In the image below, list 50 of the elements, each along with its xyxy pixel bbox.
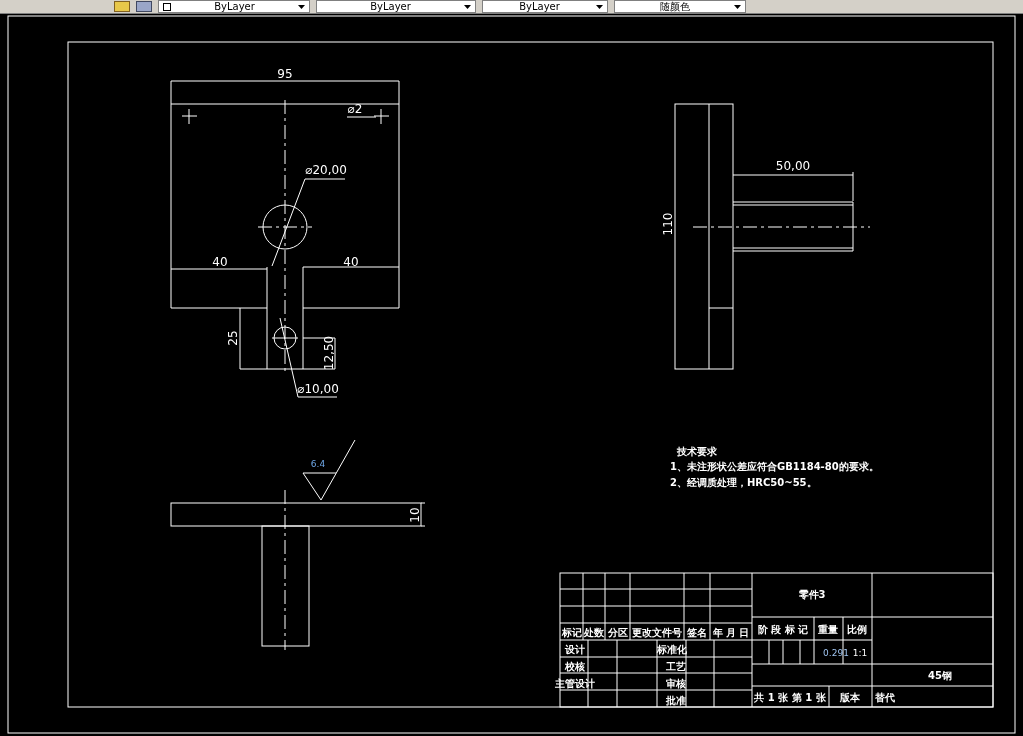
surface-finish-symbol	[302, 439, 356, 501]
color-swatch-icon	[163, 2, 171, 11]
dimension-label: 40	[343, 255, 359, 269]
replaces-label: 替代	[875, 692, 895, 703]
row-label: 设计	[565, 644, 585, 655]
dimension-label: 40	[212, 255, 228, 269]
dimension-label: 12,50	[322, 335, 336, 371]
layers-icon[interactable]	[136, 1, 152, 12]
row-label: 主管设计	[555, 678, 595, 689]
dropdown[interactable]: 随颜色	[614, 0, 746, 13]
weight-label: 重量	[818, 624, 838, 635]
requirement-text: 2、经调质处理，HRC50~55。	[670, 477, 817, 488]
column-header: 签名	[687, 627, 707, 638]
weight-value: 0.291	[823, 648, 849, 658]
part-name: 零件3	[798, 589, 826, 600]
dimension-label: 95	[277, 67, 293, 81]
row-label: 审核	[666, 678, 686, 689]
version-label: 版本	[840, 692, 860, 703]
scale-label: 比例	[847, 624, 867, 635]
layer-icon[interactable]	[114, 1, 130, 12]
caret-icon	[734, 4, 741, 9]
dropdown[interactable]: ByLayer	[482, 0, 608, 13]
row-label: 校核	[565, 661, 585, 672]
column-header: 标记	[561, 627, 582, 638]
stage-label: 阶 段 标 记	[757, 624, 809, 635]
row-label: 标准化	[657, 644, 687, 655]
row-label: 工艺	[666, 661, 686, 672]
dimension-label: 10	[408, 507, 422, 523]
dimension-label: 50,00	[775, 159, 811, 173]
dimension-label: ⌀10,00	[297, 382, 339, 396]
column-header: 更改文件号	[632, 627, 682, 638]
sheet-count: 共 1 张 第 1 张	[754, 692, 826, 703]
dropdown[interactable]: ByLayer	[158, 0, 310, 13]
row-label: 批准	[666, 695, 686, 706]
column-header: 处数	[584, 627, 604, 638]
dropdown[interactable]: ByLayer	[316, 0, 476, 13]
caret-icon	[464, 4, 471, 9]
material-label: 45钢	[928, 670, 952, 681]
caret-icon	[298, 4, 305, 9]
column-header: 年 月 日	[712, 627, 750, 638]
column-header: 分区	[607, 627, 628, 638]
caret-icon	[596, 4, 603, 9]
dimension-label: 25	[226, 330, 240, 346]
requirement-text: 1、未注形状公差应符合GB1184-80的要求。	[670, 461, 879, 472]
surface-roughness-label: 6.4	[310, 459, 326, 469]
requirements-heading: 技术要求	[677, 446, 717, 457]
dimension-label: ⌀2	[347, 102, 363, 116]
scale-value: 1:1	[852, 648, 868, 658]
dimension-label: ⌀20,00	[305, 163, 347, 177]
dimension-label: 110	[661, 212, 675, 236]
